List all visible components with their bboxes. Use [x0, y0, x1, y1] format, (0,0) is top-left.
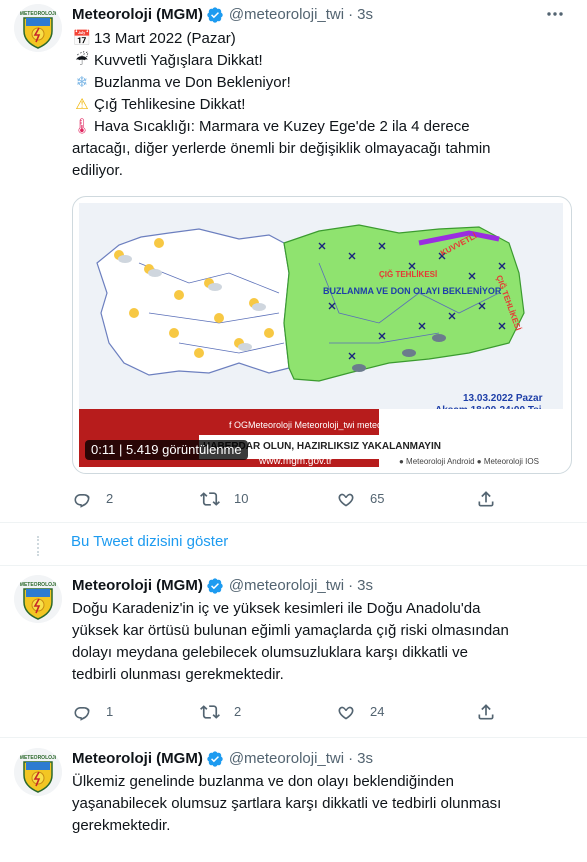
thread-dots [37, 536, 39, 556]
reply-count: 2 [106, 491, 114, 506]
share-button[interactable] [476, 702, 496, 722]
view-count: 5.419 görüntülenme [125, 442, 242, 457]
weather-map: BUZLANMA VE DON OLAYI BEKLENİYOR KUVVETL… [79, 203, 563, 416]
text-line: yüksek kar örtüsü bulunan eğimli yamaçla… [72, 622, 509, 639]
tweet-header: Meteoroloji (MGM) @meteoroloji_twi · 3s [72, 749, 373, 769]
avatar-label: METEOROLOJİ [20, 581, 57, 588]
timestamp[interactable]: 3s [357, 576, 373, 596]
reply-count: 1 [106, 704, 114, 719]
video-media[interactable]: BUZLANMA VE DON OLAYI BEKLENİYOR KUVVETL… [72, 196, 572, 474]
share-icon [478, 491, 494, 507]
retweet-button[interactable]: 10 [200, 489, 248, 509]
avatar-label: METEOROLOJİ [20, 754, 57, 761]
display-name[interactable]: Meteoroloji (MGM) [72, 576, 203, 596]
retweet-count: 2 [234, 704, 242, 719]
text-line: 📅 13 Mart 2022 (Pazar) [72, 29, 572, 51]
timestamp[interactable]: 3s [357, 749, 373, 769]
tweet-feed: METEOROLOJİ Meteoroloji (MGM) @meteorolo… [0, 0, 587, 862]
share-button[interactable] [476, 489, 496, 509]
text-line: ediliyor. [72, 162, 123, 179]
video-time-badge: 0:11 | 5.419 görüntülenme [85, 440, 248, 460]
snowflake-icon: ❄ [75, 74, 89, 91]
text-line: yaşanabilecek olumsuz şartlara karşı dik… [72, 795, 502, 812]
warning-icon: ⚠ [75, 96, 89, 113]
tweet-text: Ülkemiz genelinde buzlanma ve don olayı … [72, 772, 572, 838]
tweet-actions: 1 2 24 [72, 702, 512, 724]
tweet[interactable]: METEOROLOJİ Meteoroloji (MGM) @meteorolo… [0, 0, 587, 520]
retweet-icon [200, 492, 220, 506]
like-count: 24 [370, 704, 385, 719]
tweet[interactable]: METEOROLOJİ Meteoroloji (MGM) @meteorolo… [0, 571, 587, 731]
display-name[interactable]: Meteoroloji (MGM) [72, 749, 203, 769]
separator: · [348, 750, 354, 767]
separator: · [348, 6, 354, 23]
social-accounts: f OGMeteoroloji Meteoroloji_twi meteorol… [229, 420, 418, 430]
reply-icon [74, 494, 90, 508]
avatar-label: METEOROLOJİ [20, 10, 57, 17]
verified-badge-icon [207, 578, 223, 594]
text-line: Ülkemiz genelinde buzlanma ve don olayı … [72, 773, 454, 790]
reply-button[interactable]: 1 [72, 702, 113, 722]
divider [0, 737, 587, 738]
retweet-icon [200, 705, 220, 719]
verified-badge-icon [207, 751, 223, 767]
retweet-button[interactable]: 2 [200, 702, 241, 722]
like-button[interactable]: 24 [336, 702, 384, 722]
tweet-actions: 2 10 65 [72, 489, 512, 511]
website-url: www.mgm.gov.tr [259, 456, 333, 467]
text-line: tedbirli olunması gerekmektedir. [72, 666, 284, 683]
date-text: 13 Mart 2022 (Pazar) [94, 30, 236, 47]
heart-icon [338, 493, 354, 507]
show-thread-link[interactable]: Bu Tweet dizisini göster [71, 532, 228, 552]
retweet-count: 10 [234, 491, 249, 506]
like-count: 65 [370, 491, 385, 506]
umbrella-icon: ☔ [75, 52, 89, 69]
tweet[interactable]: METEOROLOJİ Meteoroloji (MGM) @meteorolo… [0, 744, 587, 862]
handle[interactable]: @meteoroloji_twi [229, 749, 344, 769]
video-time: 0:11 [91, 442, 116, 457]
avatar[interactable]: METEOROLOJİ [14, 4, 62, 52]
text-line: Doğu Karadeniz'in iç ve yüksek kesimleri… [72, 600, 481, 617]
tweet-text: 📅 13 Mart 2022 (Pazar) ☔ Kuvvetli Yağışlar… [72, 29, 572, 183]
avalanche-label: ÇIĞ TEHLİKESİ [379, 270, 438, 279]
avatar[interactable]: METEOROLOJİ [14, 575, 62, 623]
calendar-icon: 📅 [72, 30, 92, 47]
text-line: ☔ Kuvvetli Yağışlara Dikkat! [72, 51, 572, 73]
text-line: ❄ Buzlanma ve Don Bekleniyor! [72, 73, 572, 95]
temperature-text: Hava Sıcaklığı: Marmara ve Kuzey Ege'de … [94, 118, 470, 135]
text-line: dolayı meydana gelebilecek olumsuzluklar… [72, 644, 469, 661]
divider [0, 565, 587, 566]
display-name[interactable]: Meteoroloji (MGM) [72, 5, 203, 25]
frost-warning-text: Buzlanma ve Don Bekleniyor! [94, 74, 291, 91]
tweet-header: Meteoroloji (MGM) @meteoroloji_twi · 3s [72, 5, 373, 25]
timestamp[interactable]: 3s [357, 5, 373, 25]
like-button[interactable]: 65 [336, 489, 384, 509]
text-line: 🌡 Hava Sıcaklığı: Marmara ve Kuzey Ege'de… [72, 117, 572, 139]
reply-button[interactable]: 2 [72, 489, 113, 509]
divider [0, 522, 587, 523]
share-icon [478, 704, 494, 720]
rain-warning-text: Kuvvetli Yağışlara Dikkat! [94, 52, 263, 69]
avatar[interactable]: METEOROLOJİ [14, 748, 62, 796]
text-line: artacağı, diğer yerlerde önemli bir deği… [72, 140, 491, 157]
thermometer-icon: 🌡 [72, 118, 92, 135]
more-options-icon[interactable] [545, 6, 565, 22]
handle[interactable]: @meteoroloji_twi [229, 5, 344, 25]
turkey-map-graphic [79, 203, 563, 409]
app-links: ● Meteoroloji Android ● Meteoroloji IOS [399, 457, 539, 466]
tweet-text: Doğu Karadeniz'in iç ve yüksek kesimleri… [72, 599, 572, 687]
text-line: gerekmektedir. [72, 817, 171, 834]
handle[interactable]: @meteoroloji_twi [229, 576, 344, 596]
separator: · [348, 577, 354, 594]
reply-icon [74, 707, 90, 721]
tweet-header: Meteoroloji (MGM) @meteoroloji_twi · 3s [72, 576, 373, 596]
verified-badge-icon [207, 7, 223, 23]
text-line: ⚠ Çığ Tehlikesine Dikkat! [72, 95, 572, 117]
avalanche-warning-text: Çığ Tehlikesine Dikkat! [94, 96, 246, 113]
heart-icon [338, 706, 354, 720]
